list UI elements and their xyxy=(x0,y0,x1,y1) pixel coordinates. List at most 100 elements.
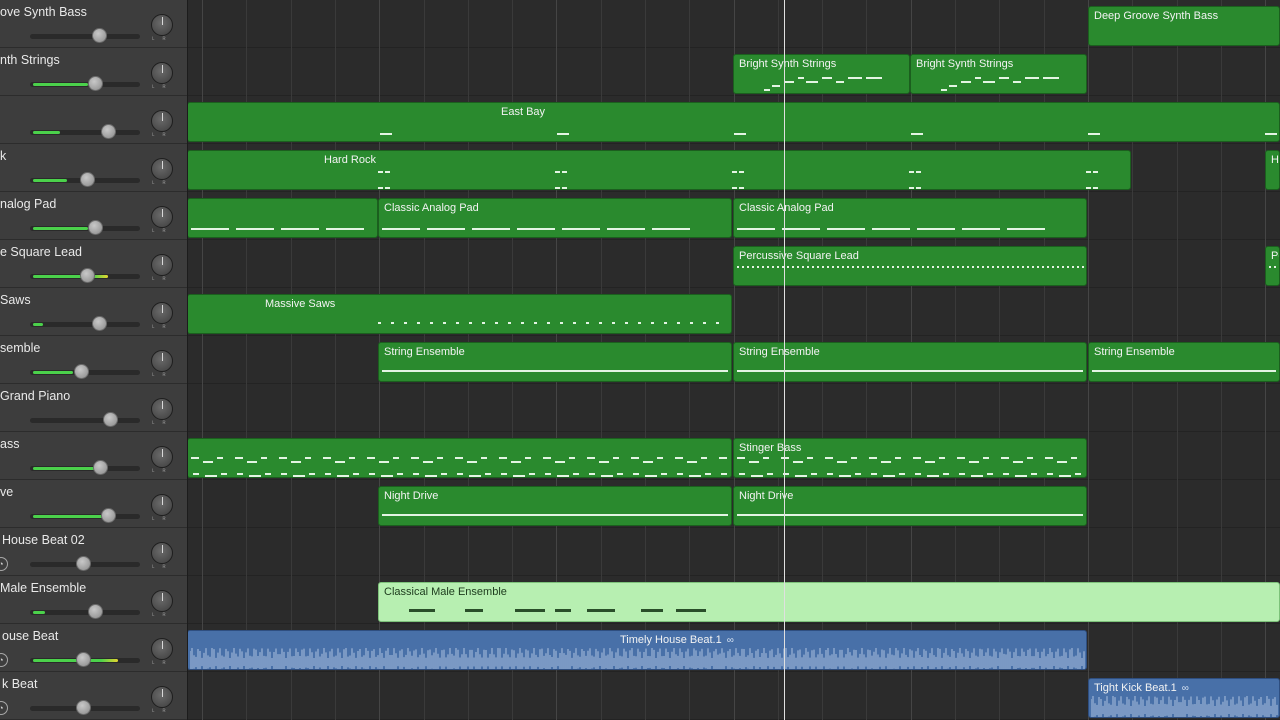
track-header[interactable]: Grand Piano ʟʀ xyxy=(0,384,187,432)
volume-slider[interactable] xyxy=(30,700,140,715)
volume-knob[interactable] xyxy=(92,28,107,43)
region[interactable]: Pe xyxy=(1265,246,1280,286)
pan-knob[interactable] xyxy=(151,206,173,228)
volume-knob[interactable] xyxy=(88,604,103,619)
midi-note xyxy=(1265,133,1277,135)
track-header[interactable]: k Beat ◔ ʟʀ xyxy=(0,672,187,720)
region[interactable]: String Ensemble xyxy=(378,342,732,382)
midi-note xyxy=(862,266,864,268)
track-header[interactable]: Saws ʟʀ xyxy=(0,288,187,336)
pan-knob[interactable] xyxy=(151,590,173,612)
midi-note xyxy=(569,457,575,459)
track-header[interactable]: House Beat 02 ◔ ʟʀ xyxy=(0,528,187,576)
volume-slider[interactable] xyxy=(30,124,140,139)
pan-knob[interactable] xyxy=(151,494,173,516)
region[interactable]: East Bay xyxy=(188,102,1280,142)
volume-knob[interactable] xyxy=(93,460,108,475)
volume-knob[interactable] xyxy=(88,76,103,91)
volume-knob[interactable] xyxy=(76,556,91,571)
pan-knob[interactable] xyxy=(151,638,173,660)
tracks-area[interactable]: Deep Groove Synth Bass Bright Synth Strin… xyxy=(188,0,1280,720)
volume-slider[interactable] xyxy=(30,652,140,667)
region[interactable]: Night Drive xyxy=(733,486,1087,526)
volume-slider[interactable] xyxy=(30,316,140,331)
pan-knob[interactable] xyxy=(151,302,173,324)
track-header[interactable]: ve ʟʀ xyxy=(0,480,187,528)
midi-note xyxy=(249,475,261,477)
volume-knob[interactable] xyxy=(74,364,89,379)
region-label: Massive Saws xyxy=(265,298,336,310)
region[interactable] xyxy=(188,198,378,238)
volume-knob[interactable] xyxy=(76,700,91,715)
pan-pointer xyxy=(161,545,163,553)
pan-knob[interactable] xyxy=(151,62,173,84)
track-header[interactable]: Male Ensemble ʟʀ xyxy=(0,576,187,624)
region[interactable]: Ha xyxy=(1265,150,1280,190)
region[interactable]: Deep Groove Synth Bass xyxy=(1088,6,1280,46)
volume-slider[interactable] xyxy=(30,172,140,187)
track-header[interactable]: nth Strings ʟʀ xyxy=(0,48,187,96)
track-header[interactable]: ove Synth Bass ʟʀ xyxy=(0,0,187,48)
pan-knob[interactable] xyxy=(151,542,173,564)
pan-knob[interactable] xyxy=(151,254,173,276)
track-header[interactable]: ʟʀ xyxy=(0,96,187,144)
region[interactable] xyxy=(188,438,732,478)
volume-slider[interactable] xyxy=(30,460,140,475)
region[interactable]: String Ensemble xyxy=(733,342,1087,382)
volume-knob[interactable] xyxy=(92,316,107,331)
region[interactable]: Classic Analog Pad xyxy=(378,198,732,238)
region[interactable]: Massive Saws xyxy=(188,294,732,334)
midi-note xyxy=(983,81,995,83)
volume-slider[interactable] xyxy=(30,508,140,523)
volume-knob[interactable] xyxy=(76,652,91,667)
volume-knob[interactable] xyxy=(80,268,95,283)
midi-note xyxy=(1052,266,1054,268)
volume-slider[interactable] xyxy=(30,604,140,619)
volume-knob[interactable] xyxy=(80,172,95,187)
midi-note xyxy=(472,228,510,230)
midi-note xyxy=(641,609,663,612)
track-header[interactable]: ouse Beat ◔ ʟʀ xyxy=(0,624,187,672)
volume-knob[interactable] xyxy=(103,412,118,427)
midi-note xyxy=(573,473,579,475)
volume-knob[interactable] xyxy=(88,220,103,235)
pan-knob[interactable] xyxy=(151,14,173,36)
volume-slider[interactable] xyxy=(30,220,140,235)
track-header[interactable]: ass ʟʀ xyxy=(0,432,187,480)
region[interactable]: Bright Synth Strings xyxy=(910,54,1087,94)
track-header[interactable]: nalog Pad ʟʀ xyxy=(0,192,187,240)
pan-knob[interactable] xyxy=(151,158,173,180)
region-selected[interactable]: Classical Male Ensemble xyxy=(378,582,1280,622)
pan-knob[interactable] xyxy=(151,446,173,468)
playhead[interactable] xyxy=(784,0,785,720)
region[interactable]: Night Drive xyxy=(378,486,732,526)
midi-note xyxy=(782,228,820,230)
audio-region[interactable]: Timely House Beat.1 ∞ xyxy=(188,630,1087,670)
volume-slider[interactable] xyxy=(30,76,140,91)
volume-slider[interactable] xyxy=(30,364,140,379)
volume-slider[interactable] xyxy=(30,556,140,571)
volume-slider[interactable] xyxy=(30,268,140,283)
pan-knob[interactable] xyxy=(151,110,173,132)
pan-knob[interactable] xyxy=(151,350,173,372)
pan-knob[interactable] xyxy=(151,686,173,708)
volume-slider[interactable] xyxy=(30,28,140,43)
midi-note xyxy=(907,266,909,268)
track-header[interactable]: semble ʟʀ xyxy=(0,336,187,384)
pan-knob[interactable] xyxy=(151,398,173,420)
region[interactable]: Percussive Square Lead xyxy=(733,246,1087,286)
track-header[interactable]: e Square Lead ʟʀ xyxy=(0,240,187,288)
region[interactable]: Hard Rock xyxy=(188,150,1131,190)
region[interactable]: String Ensemble xyxy=(1088,342,1280,382)
region[interactable]: Classic Analog Pad xyxy=(733,198,1087,238)
midi-note xyxy=(1075,473,1081,475)
volume-knob[interactable] xyxy=(101,124,116,139)
region[interactable]: Bright Synth Strings xyxy=(733,54,910,94)
region[interactable]: Stinger Bass xyxy=(733,438,1087,478)
audio-region[interactable]: Tight Kick Beat.1 ∞ xyxy=(1088,678,1280,718)
midi-note xyxy=(837,266,839,268)
volume-slider[interactable] xyxy=(30,412,140,427)
midi-note xyxy=(335,461,345,463)
track-header[interactable]: k ʟʀ xyxy=(0,144,187,192)
volume-knob[interactable] xyxy=(101,508,116,523)
